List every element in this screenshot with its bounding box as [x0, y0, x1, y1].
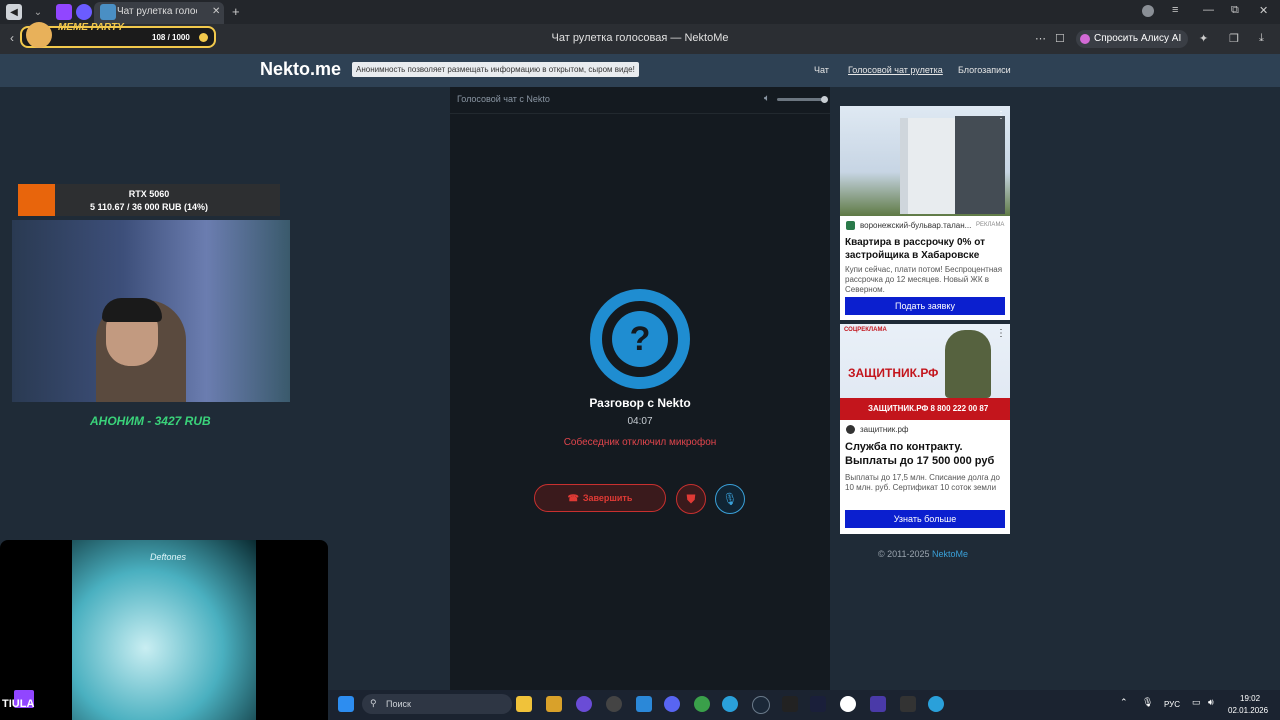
- sound-icon[interactable]: ◀: [6, 4, 22, 20]
- donation-goal-progress: 5 110.67 / 36 000 RUB (14%): [89, 202, 209, 212]
- chat-header-title: Голосовой чат с Nekto: [457, 94, 550, 104]
- volume-tray-icon[interactable]: 🔊︎: [1208, 697, 1214, 708]
- ad-domain[interactable]: воронежский-бульвар.талан...: [860, 221, 971, 230]
- ad-apply-button[interactable]: Подать заявку: [845, 297, 1005, 315]
- capcut-icon[interactable]: [900, 696, 916, 712]
- tray-chevron-icon[interactable]: ⌃: [1120, 697, 1128, 708]
- clock-time[interactable]: 19:02: [1240, 694, 1260, 703]
- ad-favicon: [846, 221, 855, 230]
- stream-brand: TIULA: [2, 698, 35, 710]
- ad-building-shape: [955, 116, 1005, 214]
- microphone-button[interactable]: 🎙︎: [715, 484, 745, 514]
- ad-banner-brand: ЗАЩИТНИК.РФ: [848, 366, 939, 380]
- clock-date[interactable]: 02.01.2026: [1228, 706, 1268, 715]
- nav-voice-chat[interactable]: Голосовой чат рулетка: [848, 65, 943, 75]
- chevron-down-icon[interactable]: ⌄: [30, 4, 46, 20]
- collections-icon[interactable]: ❐: [1229, 32, 1239, 45]
- yandex-browser-icon[interactable]: [840, 696, 856, 712]
- donation-goal-title: RTX 5060: [128, 189, 170, 199]
- telegram-icon[interactable]: [928, 696, 944, 712]
- partner-status: Собеседник отключил микрофон: [563, 437, 717, 448]
- app-icon[interactable]: [870, 696, 886, 712]
- ad-title[interactable]: Квартира в рассрочку 0% от застройщика в…: [845, 236, 1005, 262]
- tab-title: Чат рулетка голосо: [117, 6, 197, 17]
- start-icon[interactable]: [338, 696, 354, 712]
- close-window-icon[interactable]: ✕: [1259, 4, 1268, 17]
- nav-chat[interactable]: Чат: [814, 65, 829, 75]
- site-notice: Анонимность позволяет размещать информац…: [352, 62, 639, 77]
- question-icon: ?: [612, 311, 668, 367]
- ad-description: Выплаты до 17,5 млн. Списание долга до 1…: [845, 473, 1000, 492]
- folder-icon[interactable]: [516, 696, 532, 712]
- network-icon[interactable]: ▭: [1192, 697, 1201, 708]
- menu-icon[interactable]: ≡: [1172, 4, 1178, 16]
- copyright: © 2011-2025 NektoMe: [878, 549, 968, 559]
- minimize-icon[interactable]: —: [1203, 4, 1214, 16]
- extensions-icon[interactable]: ✦: [1199, 32, 1208, 45]
- ad-soldier-image: [945, 330, 991, 398]
- conversation-title: Разговор с Nekto: [589, 396, 691, 410]
- ad-banner-phone: ЗАЩИТНИК.РФ 8 800 222 00 87: [840, 398, 1010, 420]
- tab-icon[interactable]: [76, 4, 92, 20]
- store-icon[interactable]: [636, 696, 652, 712]
- album-art: [72, 540, 256, 720]
- volume-slider-knob[interactable]: [821, 96, 828, 103]
- twitch-tab-icon[interactable]: [56, 4, 72, 20]
- mic-tray-icon[interactable]: 🎙︎: [1142, 697, 1153, 708]
- volume-slider[interactable]: [777, 98, 825, 101]
- album-logo-text: Deftones: [150, 552, 187, 562]
- restore-icon[interactable]: ⧉: [1231, 4, 1239, 17]
- search-icon: ⚲: [370, 698, 377, 708]
- chrome-icon[interactable]: [694, 696, 710, 712]
- shield-icon: ⛊: [686, 491, 696, 506]
- site-logo[interactable]: Nekto.me: [260, 59, 341, 80]
- meme-party-title: MEME PARTY: [58, 22, 124, 33]
- report-button[interactable]: ⛊: [676, 484, 706, 514]
- hangup-icon: ☎︎: [567, 492, 579, 503]
- end-call-label: Завершить: [582, 493, 633, 503]
- ad-tag: РЕКЛАМА: [976, 222, 1005, 228]
- alice-icon: [1080, 34, 1090, 44]
- copyright-text: © 2011-2025: [878, 549, 933, 559]
- download-icon[interactable]: ⤓: [1259, 32, 1264, 45]
- ad-learn-more-button[interactable]: Узнать больше: [845, 510, 1005, 528]
- ad-menu-icon[interactable]: ⋮: [996, 328, 1006, 339]
- profile-icon[interactable]: [1142, 5, 1154, 17]
- last-donor: АНОНИМ - 3427 RUB: [90, 414, 211, 428]
- ad-title[interactable]: Служба по контракту. Выплаты до 17 500 0…: [845, 440, 1007, 468]
- ad-description: Купи сейчас, плати потом! Беспроцентная …: [845, 265, 1003, 294]
- obs-icon[interactable]: [606, 696, 622, 712]
- microphone-icon: 🎙︎: [722, 492, 738, 506]
- ad-domain[interactable]: защитник.рф: [860, 425, 908, 434]
- app-icon[interactable]: [546, 696, 562, 712]
- meme-party-progress: 108 / 1000: [152, 33, 190, 42]
- volume-icon: 🔈︎: [764, 93, 770, 104]
- discord-icon[interactable]: [664, 696, 680, 712]
- language-indicator[interactable]: РУС: [1164, 700, 1180, 709]
- copyright-link[interactable]: NektoMe: [932, 549, 968, 559]
- new-tab-icon[interactable]: +: [232, 4, 240, 19]
- vscode-icon[interactable]: [810, 696, 826, 712]
- app-icon[interactable]: [782, 696, 798, 712]
- streamer-hair: [102, 298, 162, 322]
- ad-menu-icon[interactable]: ⋮: [996, 110, 1006, 121]
- more-icon[interactable]: ⋯: [1035, 32, 1046, 45]
- taskbar-search[interactable]: Поиск: [362, 694, 512, 714]
- end-call-button[interactable]: ☎︎ Завершить: [534, 484, 666, 512]
- coin-icon: [199, 33, 208, 42]
- call-timer: 04:07: [627, 416, 653, 427]
- site-favicon: [100, 4, 116, 20]
- ad-banner-tag: СОЦРЕКЛАМА: [844, 327, 887, 333]
- site-navbar: [0, 54, 1280, 87]
- ad-favicon: [846, 425, 855, 434]
- ask-alice-button[interactable]: Спросить Алису AI: [1076, 30, 1188, 48]
- telegram-icon[interactable]: [722, 696, 738, 712]
- steam-icon[interactable]: [752, 696, 770, 714]
- close-tab-icon[interactable]: ✕: [212, 6, 220, 17]
- nav-blog[interactable]: Блогозаписи: [958, 65, 1011, 75]
- bookmark-icon[interactable]: ☐: [1055, 32, 1065, 45]
- app-icon[interactable]: [576, 696, 592, 712]
- doge-icon: [26, 22, 52, 48]
